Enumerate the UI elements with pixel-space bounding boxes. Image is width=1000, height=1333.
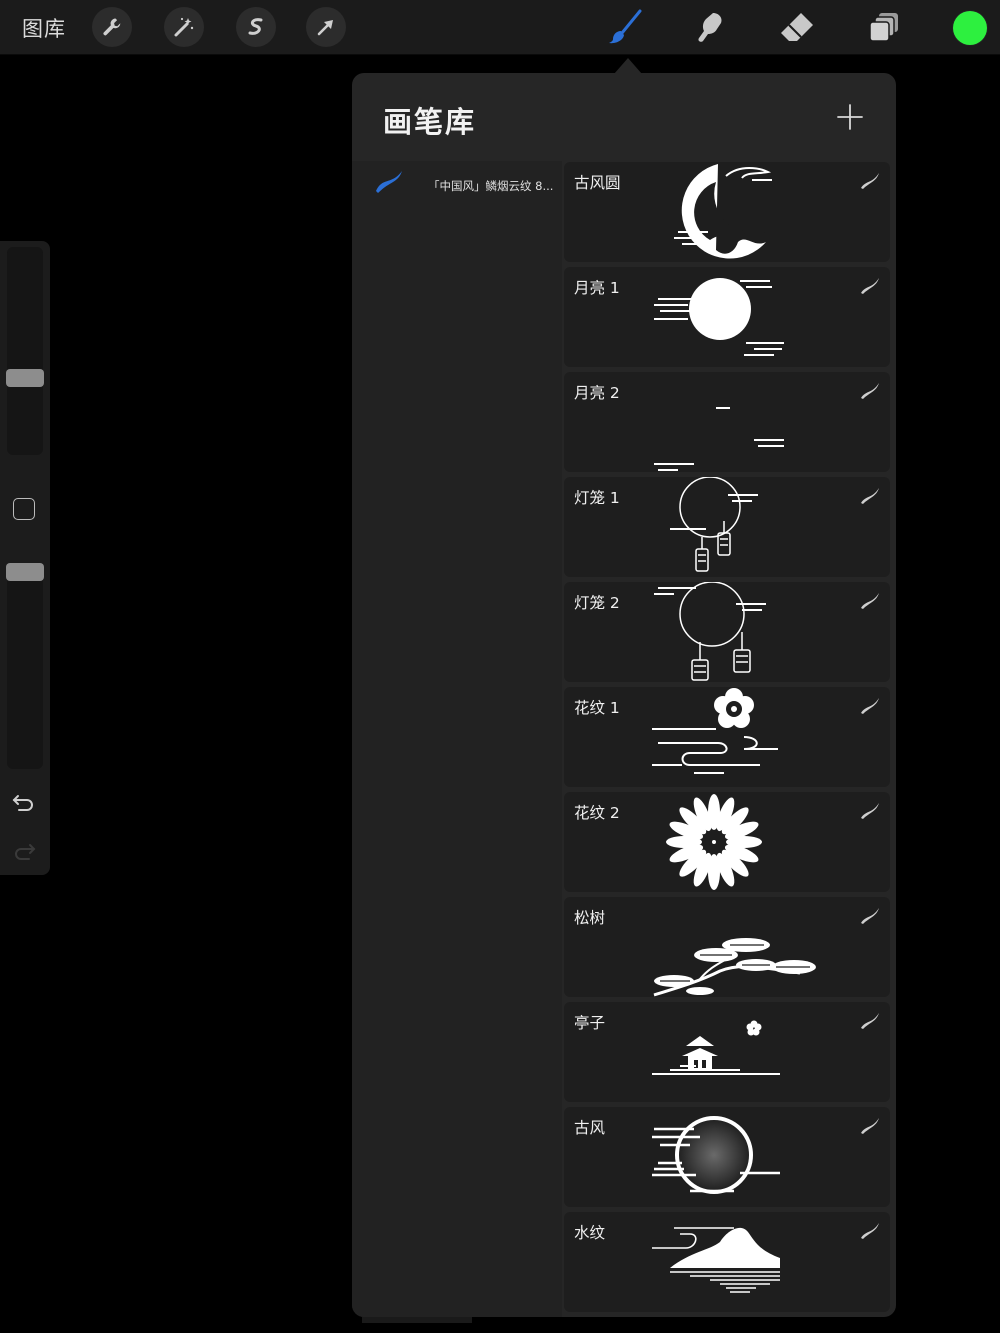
lantern-circle-1-stroke-preview (670, 477, 758, 572)
brush-icon (609, 9, 642, 44)
selection-button[interactable] (236, 7, 276, 47)
brush-name: 花纹 1 (574, 699, 620, 717)
actions-button[interactable] (92, 7, 132, 47)
brush-list: 古风圆 月亮 1 月亮 2 灯笼 1 灯笼 2 花纹 1 花纹 2 松树 亭子 … (564, 162, 891, 1317)
selection-icon (248, 18, 263, 35)
ancient-circle-stroke-preview (674, 164, 772, 259)
brush-card[interactable]: 古风 (564, 1107, 890, 1207)
brush-edit-icon[interactable] (860, 907, 880, 925)
eraser-icon (781, 13, 813, 41)
crescent-moon-stroke-preview (654, 372, 784, 471)
brush-name: 松树 (574, 909, 606, 927)
smudge-tool-button[interactable] (690, 7, 730, 47)
left-sidebar (0, 241, 50, 875)
redo-icon[interactable] (11, 840, 37, 862)
panel-title: 画笔库 (383, 105, 477, 139)
color-swatch-button[interactable] (953, 11, 987, 45)
brush-card[interactable]: 松树 (564, 897, 890, 997)
brush-name: 水纹 (574, 1224, 606, 1242)
brush-card[interactable]: 花纹 2 (564, 792, 890, 892)
brush-card[interactable]: 花纹 1 (564, 687, 890, 787)
brush-set-label: 「中国风」鳞烟云纹 8... (428, 179, 554, 193)
brush-name: 古风圆 (574, 174, 621, 192)
brush-name: 月亮 2 (574, 384, 620, 402)
brush-card[interactable]: 水纹 (564, 1212, 890, 1312)
brush-name: 月亮 1 (574, 279, 620, 297)
brush-edit-icon[interactable] (860, 1117, 880, 1135)
eraser-tool-button[interactable] (777, 7, 817, 47)
opacity-slider-thumb[interactable] (6, 563, 44, 581)
undo-icon[interactable] (11, 791, 37, 813)
brush-size-slider-thumb[interactable] (6, 368, 44, 387)
brush-set-icon (376, 171, 402, 193)
brush-name: 亭子 (574, 1014, 606, 1032)
opacity-slider[interactable] (7, 563, 43, 769)
brush-set-list: 「中国风」鳞烟云纹 8... (352, 161, 562, 1317)
brush-name: 灯笼 1 (574, 489, 620, 507)
chrysanthemum-stroke-preview (666, 794, 762, 890)
plum-blossom-waves-stroke-preview (652, 688, 778, 774)
brush-set-item[interactable]: 「中国风」鳞烟云纹 8... (352, 161, 562, 211)
layers-icon (869, 13, 898, 42)
layers-button[interactable] (864, 7, 904, 47)
top-toolbar: 图库 (0, 0, 1000, 55)
brush-library-panel: 画笔库 「中国风」鳞烟云纹 8... 古风圆 月亮 1 月亮 2 灯笼 1 灯笼… (352, 73, 896, 1317)
panel-bottom-edge (362, 1317, 472, 1323)
brush-edit-icon[interactable] (860, 697, 880, 715)
popover-arrow (614, 58, 642, 74)
add-brush-set-button[interactable] (836, 103, 864, 131)
brush-edit-icon[interactable] (860, 172, 880, 190)
pavilion-stroke-preview (652, 1020, 780, 1075)
modify-button[interactable] (13, 498, 35, 520)
brush-edit-icon[interactable] (860, 277, 880, 295)
magic-wand-icon (174, 17, 194, 37)
pine-tree-stroke-preview (653, 938, 816, 997)
brush-edit-icon[interactable] (860, 802, 880, 820)
brush-size-slider[interactable] (7, 247, 43, 455)
brush-card[interactable]: 灯笼 1 (564, 477, 890, 577)
glowing-moon-stroke-preview (652, 1116, 780, 1194)
transform-arrow-icon (317, 20, 333, 36)
adjustments-button[interactable] (164, 7, 204, 47)
brush-card[interactable]: 古风圆 (564, 162, 890, 262)
brush-tool-button[interactable] (605, 7, 645, 47)
brush-edit-icon[interactable] (860, 382, 880, 400)
brush-edit-icon[interactable] (860, 1222, 880, 1240)
brush-edit-icon[interactable] (860, 1012, 880, 1030)
brush-name: 灯笼 2 (574, 594, 620, 612)
brush-edit-icon[interactable] (860, 592, 880, 610)
brush-name: 古风 (574, 1119, 606, 1137)
smudge-icon (698, 13, 722, 42)
transform-button[interactable] (306, 7, 346, 47)
gallery-button[interactable]: 图库 (22, 13, 66, 43)
brush-edit-icon[interactable] (860, 487, 880, 505)
brush-card[interactable]: 月亮 1 (564, 267, 890, 367)
brush-card[interactable]: 灯笼 2 (564, 582, 890, 682)
brush-name: 花纹 2 (574, 804, 620, 822)
mountain-water-stroke-preview (652, 1227, 780, 1293)
full-moon-clouds-stroke-preview (654, 278, 784, 356)
wrench-icon (103, 18, 121, 36)
brush-card[interactable]: 亭子 (564, 1002, 890, 1102)
brush-card[interactable]: 月亮 2 (564, 372, 890, 472)
lantern-circle-2-stroke-preview (654, 582, 766, 681)
